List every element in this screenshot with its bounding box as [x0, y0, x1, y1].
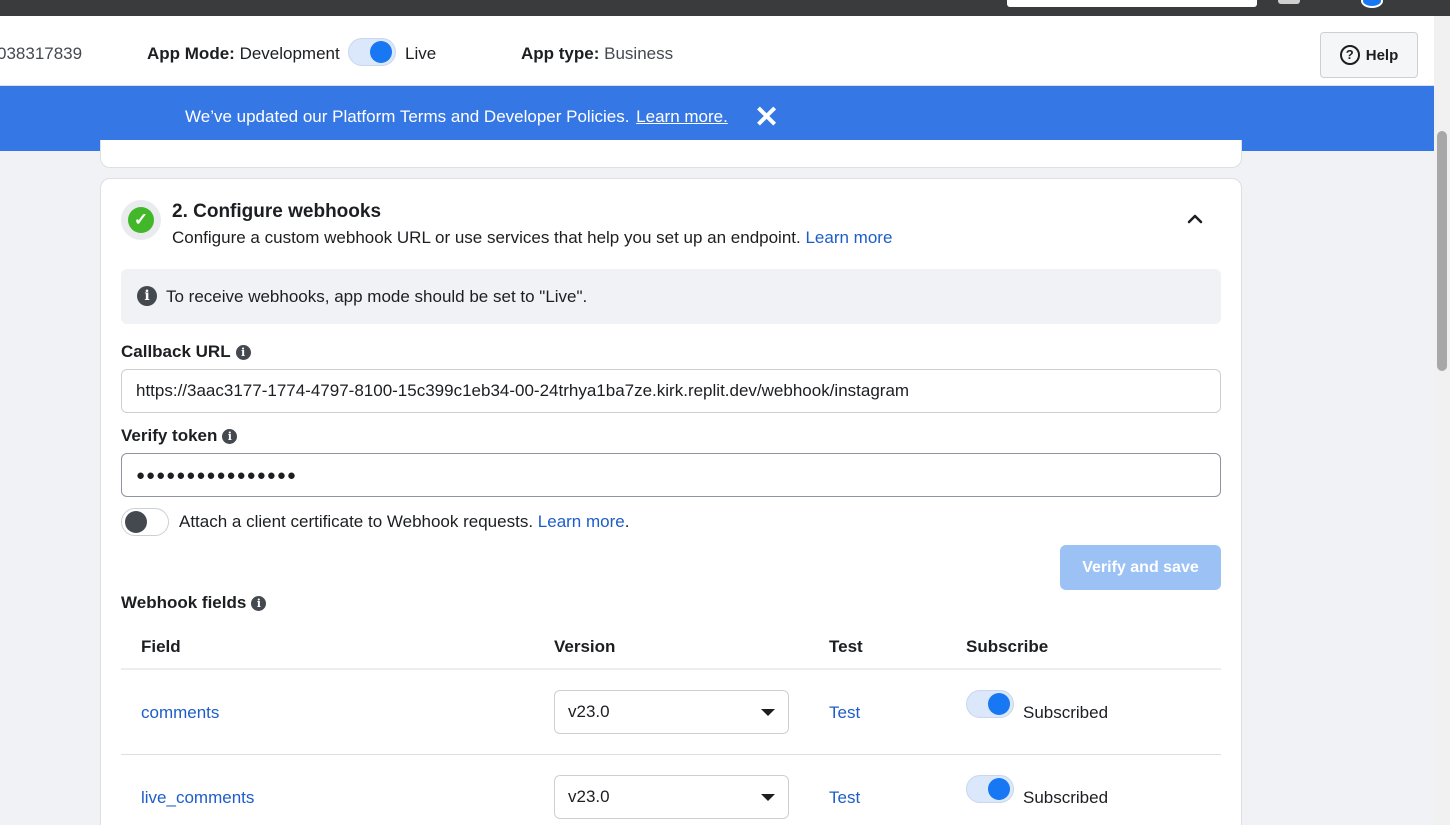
table-row: live_comments v23.0 Test Subscribed — [121, 755, 1221, 825]
app-type-value: Business — [604, 44, 674, 63]
toggle-knob — [125, 511, 147, 533]
section-title: 2. Configure webhooks — [172, 201, 382, 222]
live-mode-notice: i To receive webhooks, app mode should b… — [121, 269, 1221, 324]
subscribe-toggle[interactable] — [966, 775, 1014, 803]
app-mode-value: Development — [239, 44, 340, 63]
test-link[interactable]: Test — [829, 788, 860, 808]
subscribe-status: Subscribed — [1023, 788, 1109, 807]
section-learn-more-link[interactable]: Learn more — [805, 228, 892, 247]
verify-token-label: Verify token i — [121, 426, 238, 446]
help-icon: ? — [1339, 45, 1360, 65]
app-type-label: App type: — [521, 44, 600, 63]
client-certificate-label: Attach a client certificate to Webhook r… — [179, 512, 534, 531]
step-complete-badge: ✓ — [121, 200, 161, 240]
notice-text: To receive webhooks, app mode should be … — [166, 287, 588, 306]
app-mode-label: App Mode: — [147, 44, 235, 63]
banner-learn-more-link[interactable]: Learn more. — [636, 107, 728, 126]
app-type: App type: Business — [521, 44, 673, 64]
callback-url-label: Callback URL i — [121, 342, 251, 362]
client-certificate-text: Attach a client certificate to Webhook r… — [179, 512, 629, 532]
toggle-knob — [370, 41, 392, 63]
app-mode-toggle[interactable] — [348, 38, 396, 66]
table-header: Field Version Test Subscribe — [121, 623, 1221, 670]
subscribe-toggle[interactable] — [966, 690, 1014, 718]
profile-avatar-icon[interactable] — [1361, 0, 1383, 8]
close-icon[interactable]: ✕ — [754, 100, 779, 136]
help-button[interactable]: ? Help — [1320, 32, 1418, 78]
client-certificate-toggle[interactable] — [121, 508, 169, 536]
previous-section-card — [100, 140, 1242, 168]
toggle-knob — [988, 778, 1010, 800]
top-search-field[interactable] — [1007, 0, 1257, 7]
section-subtitle-text: Configure a custom webhook URL or use se… — [172, 228, 801, 247]
scrollbar-thumb[interactable] — [1437, 131, 1447, 371]
header-version: Version — [554, 637, 616, 656]
subscribe-status: Subscribed — [1023, 703, 1109, 722]
header-subscribe: Subscribe — [966, 637, 1049, 656]
app-mode: App Mode: Development — [147, 44, 340, 64]
app-mode-live-label: Live — [405, 44, 437, 63]
banner-text: We’ve updated our Platform Terms and Dev… — [185, 107, 630, 126]
verify-token-input[interactable]: ●●●●●●●●●●●●●●●● — [121, 453, 1221, 497]
callback-url-label-text: Callback URL — [121, 342, 231, 361]
configure-webhooks-card: ✓ 2. Configure webhooks Configure a cust… — [100, 178, 1242, 825]
caret-down-icon — [761, 793, 775, 801]
webhook-fields-label: Webhook fields i — [121, 593, 267, 613]
header-test: Test — [829, 637, 863, 656]
period: . — [624, 512, 630, 531]
version-select[interactable]: v23.0 — [554, 690, 789, 734]
caret-down-icon — [761, 708, 775, 716]
version-value: v23.0 — [568, 787, 610, 806]
app-header: 038317839 App Mode: Development Live App… — [0, 16, 1434, 86]
version-value: v23.0 — [568, 702, 610, 721]
verify-and-save-button[interactable]: Verify and save — [1060, 545, 1221, 590]
help-button-label: Help — [1365, 46, 1399, 64]
chevron-up-icon[interactable] — [1184, 208, 1206, 230]
app-id: 038317839 — [0, 44, 83, 63]
info-icon[interactable]: i — [235, 344, 251, 360]
browser-top-strip — [0, 0, 1450, 16]
info-icon[interactable]: i — [251, 595, 267, 611]
field-name-link[interactable]: live_comments — [141, 788, 254, 808]
check-icon: ✓ — [128, 207, 154, 233]
section-subtitle: Configure a custom webhook URL or use se… — [172, 228, 892, 248]
test-link[interactable]: Test — [829, 703, 860, 723]
webhook-fields-table: Field Version Test Subscribe comments v2… — [121, 623, 1221, 825]
version-select[interactable]: v23.0 — [554, 775, 789, 819]
field-name-link[interactable]: comments — [141, 703, 219, 723]
verify-token-label-text: Verify token — [121, 426, 218, 445]
header-field: Field — [141, 637, 181, 656]
toggle-knob — [988, 693, 1010, 715]
table-row: comments v23.0 Test Subscribed — [121, 670, 1221, 755]
verify-token-value: ●●●●●●●●●●●●●●●● — [136, 466, 297, 484]
callback-url-input[interactable]: https://3aac3177-1774-4797-8100-15c399c1… — [121, 369, 1221, 413]
certificate-learn-more-link[interactable]: Learn more — [538, 512, 625, 531]
page-scrollbar[interactable] — [1434, 16, 1450, 825]
info-icon: i — [137, 286, 157, 306]
banner-message: We’ve updated our Platform Terms and Dev… — [185, 107, 728, 127]
top-toolbar-icon[interactable] — [1278, 0, 1300, 4]
info-icon[interactable]: i — [222, 428, 238, 444]
webhook-fields-label-text: Webhook fields — [121, 593, 247, 612]
callback-url-value: https://3aac3177-1774-4797-8100-15c399c1… — [136, 381, 910, 400]
